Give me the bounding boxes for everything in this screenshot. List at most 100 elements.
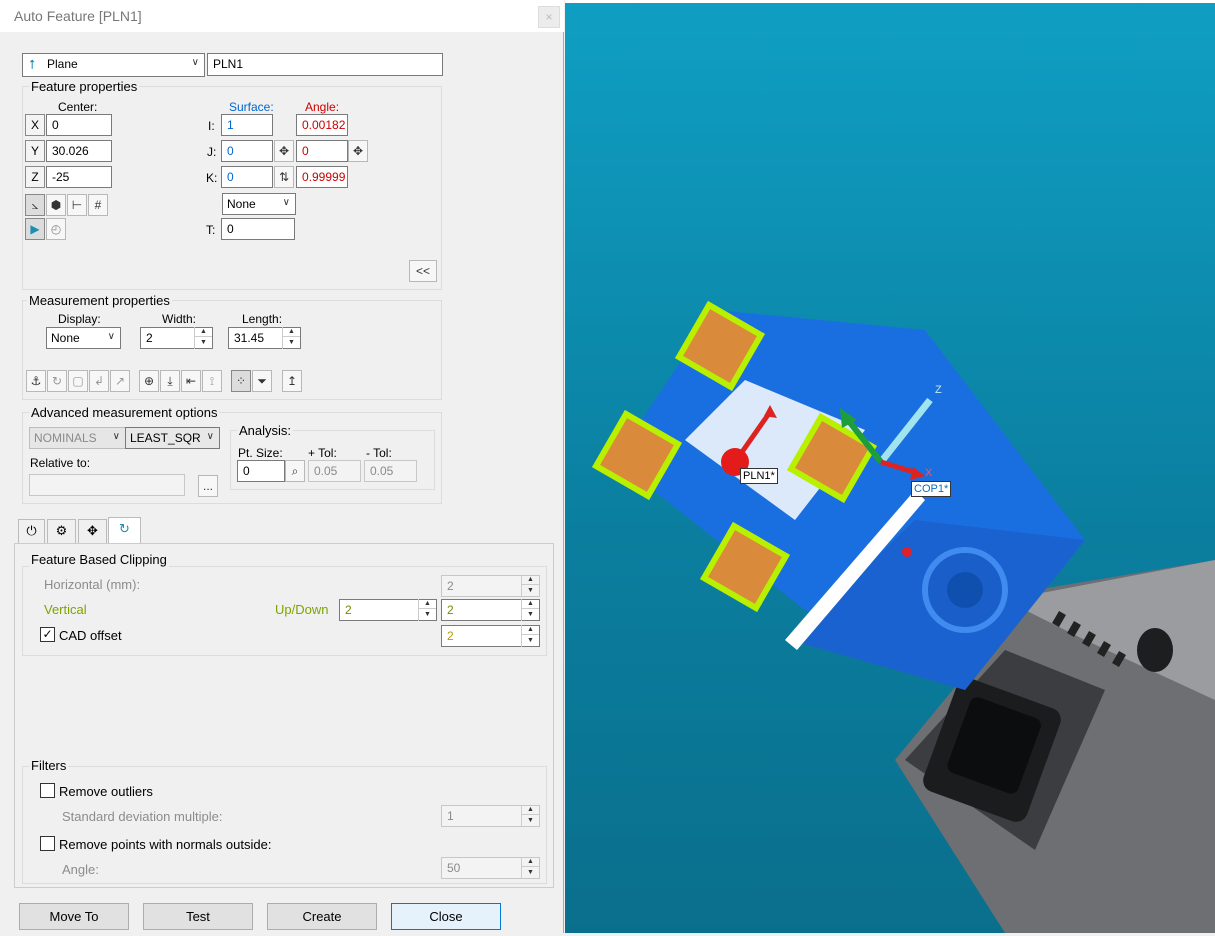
relative-to-label: Relative to:: [30, 456, 91, 470]
target-icon[interactable]: ⊕: [139, 370, 159, 392]
display-dropdown[interactable]: None ∨: [46, 327, 121, 349]
length-spinner[interactable]: ▲ ▼: [282, 327, 300, 349]
fit-method-value: LEAST_SQR: [130, 431, 201, 445]
k-label: K:: [206, 171, 218, 185]
play-icon[interactable]: ▶: [25, 218, 45, 240]
solid-icon[interactable]: ⬢: [46, 194, 66, 216]
pt-size-input[interactable]: 0: [237, 460, 285, 482]
filter-angle-label: Angle:: [62, 862, 99, 877]
z-axis-button[interactable]: Z: [25, 166, 45, 188]
alignment-icon[interactable]: ⦣: [25, 194, 45, 216]
close-button[interactable]: Close: [391, 903, 501, 930]
auto-feature-dialog: Auto Feature [PLN1] × ⭡ Plane ∨ PLN1 Fea…: [0, 0, 564, 933]
remove-normals-checkbox[interactable]: [40, 836, 55, 851]
cad-offset-label: CAD offset: [59, 628, 122, 643]
axis-x-label: X: [925, 467, 933, 479]
vertical-spinner[interactable]: ▲ ▼: [521, 599, 539, 621]
probe-down-icon[interactable]: ⤓: [160, 370, 180, 392]
tab-clipping[interactable]: ↻: [108, 517, 141, 543]
horizontal-label: Horizontal (mm):: [44, 577, 141, 592]
remove-outliers-checkbox[interactable]: [40, 783, 55, 798]
chevron-down-icon: ∨: [282, 197, 290, 208]
filter-angle-spinner[interactable]: ▲ ▼: [521, 857, 539, 879]
point-to-point-icon[interactable]: ⊢: [67, 194, 87, 216]
vector-mode-value: None: [227, 197, 256, 211]
title-bar: Auto Feature [PLN1] ×: [0, 0, 564, 32]
return-icon[interactable]: ↲: [89, 370, 109, 392]
angle-j-input[interactable]: 0: [296, 140, 348, 162]
angle-k-input[interactable]: 0.99999: [296, 166, 348, 188]
points-icon[interactable]: ⁘: [231, 370, 251, 392]
vertical-probe-icon[interactable]: ↥: [282, 370, 302, 392]
3d-viewport[interactable]: Z X PLN1* COP1*: [565, 0, 1215, 933]
scene-graphic: Z X: [591, 300, 1215, 933]
plane-tag: PLN1*: [740, 468, 778, 484]
search-icon[interactable]: ⌕: [285, 460, 305, 482]
width-spinner[interactable]: ▲ ▼: [194, 327, 212, 349]
thickness-input[interactable]: 0: [221, 218, 295, 240]
flip-angle-icon[interactable]: ✥: [348, 140, 368, 162]
tab-settings[interactable]: ⚙: [47, 519, 76, 543]
feature-name-input[interactable]: PLN1: [207, 53, 443, 76]
test-button[interactable]: Test: [143, 903, 253, 930]
flip-ij-icon[interactable]: ✥: [274, 140, 294, 162]
relative-to-input[interactable]: [29, 474, 185, 496]
center-y-input[interactable]: 30.026: [46, 140, 112, 162]
minus-tol-label: - Tol:: [366, 446, 392, 460]
clock-icon[interactable]: ◴: [46, 218, 66, 240]
length-value: 31.45: [234, 331, 265, 345]
analysis-title: Analysis:: [237, 423, 294, 438]
surface-k-input[interactable]: 0: [221, 166, 273, 188]
width-value: 2: [146, 331, 153, 345]
center-label: Center:: [58, 100, 98, 114]
plus-tol-label: + Tol:: [308, 446, 337, 460]
flip-normal-icon[interactable]: ⇅: [274, 166, 294, 188]
hits-icon: ✥: [87, 523, 98, 538]
filters-title: Filters: [29, 758, 69, 773]
cad-offset-spinner[interactable]: ▲ ▼: [521, 625, 539, 647]
collapse-button[interactable]: <<: [409, 260, 437, 282]
create-button[interactable]: Create: [267, 903, 377, 930]
nominals-dropdown[interactable]: NOMINALS ∨: [29, 427, 126, 449]
probe-left-icon[interactable]: ⇤: [181, 370, 201, 392]
browse-button[interactable]: ...: [198, 475, 218, 497]
angle-i-input[interactable]: 0.00182: [296, 114, 348, 136]
horizontal-spinner[interactable]: ▲ ▼: [521, 575, 539, 597]
tab-power[interactable]: ⏻: [18, 519, 45, 543]
chevron-down-icon: ∨: [107, 331, 115, 342]
y-axis-button[interactable]: Y: [25, 140, 45, 162]
fit-method-dropdown[interactable]: LEAST_SQR ∨: [125, 427, 220, 449]
std-dev-label: Standard deviation multiple:: [62, 809, 223, 824]
updown-spinner[interactable]: ▲ ▼: [418, 599, 436, 621]
vertical-label: Vertical: [44, 602, 87, 617]
plus-tol-input[interactable]: 0.05: [308, 460, 361, 482]
center-x-input[interactable]: 0: [46, 114, 112, 136]
chart-icon[interactable]: ↗: [110, 370, 130, 392]
surface-j-input[interactable]: 0: [221, 140, 273, 162]
tab-hits[interactable]: ✥: [78, 519, 107, 543]
clipping-title: Feature Based Clipping: [29, 552, 169, 567]
remove-normals-label: Remove points with normals outside:: [59, 837, 272, 852]
close-window-button[interactable]: ×: [538, 6, 560, 28]
refresh-icon: ↻: [119, 521, 130, 536]
grid-icon[interactable]: #: [88, 194, 108, 216]
page-icon[interactable]: ▢: [68, 370, 88, 392]
minus-tol-input[interactable]: 0.05: [364, 460, 417, 482]
std-dev-spinner[interactable]: ▲ ▼: [521, 805, 539, 827]
feature-properties-title: Feature properties: [29, 79, 140, 94]
feature-type-dropdown[interactable]: ⭡ Plane ∨: [22, 53, 205, 77]
surface-i-input[interactable]: 1: [221, 114, 273, 136]
rotate-icon[interactable]: ↻: [47, 370, 67, 392]
angle-label: Angle:: [305, 100, 340, 114]
center-z-input[interactable]: -25: [46, 166, 112, 188]
feature-type-value: Plane: [47, 57, 78, 71]
sensor-icon[interactable]: ⟟: [202, 370, 222, 392]
x-axis-button[interactable]: X: [25, 114, 45, 136]
move-to-button[interactable]: Move To: [19, 903, 129, 930]
advanced-options-title: Advanced measurement options: [29, 405, 220, 420]
vector-mode-dropdown[interactable]: None ∨: [222, 193, 296, 215]
anchor-icon[interactable]: ⚓: [26, 370, 46, 392]
remove-outliers-label: Remove outliers: [59, 784, 153, 799]
cad-offset-checkbox[interactable]: ✓: [40, 627, 55, 642]
filter-icon[interactable]: ⏷: [252, 370, 272, 392]
